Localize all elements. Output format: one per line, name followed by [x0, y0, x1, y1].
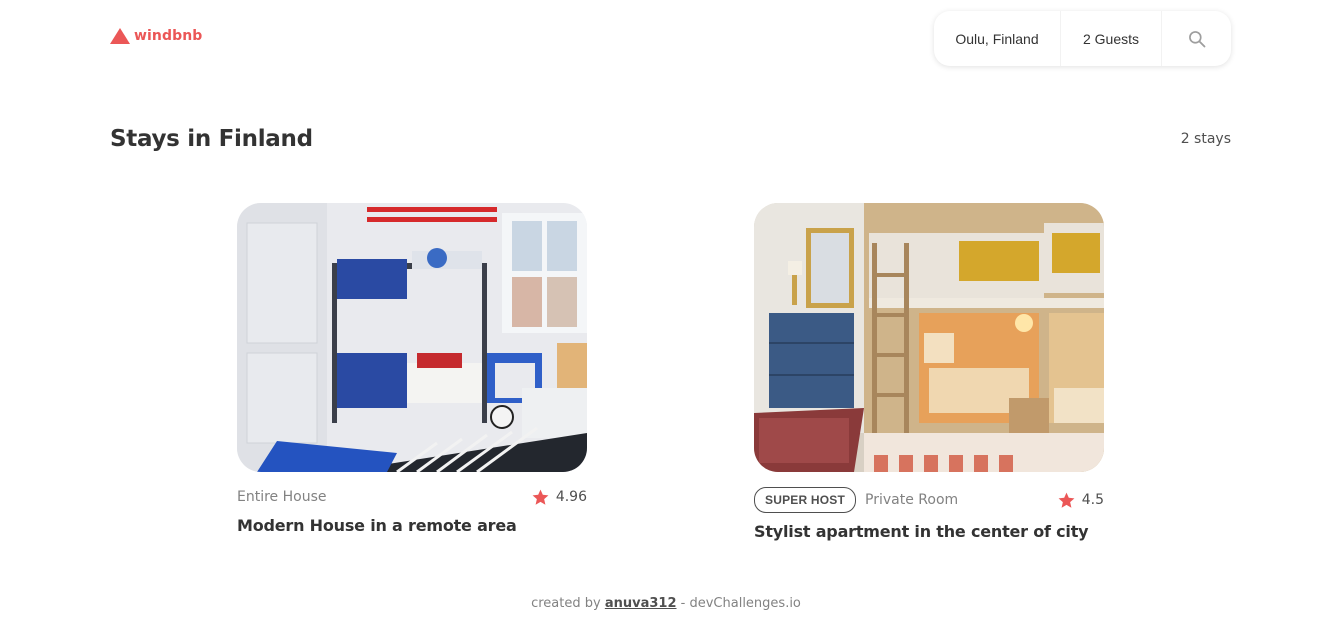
- stay-photo: [754, 203, 1104, 472]
- guests-value: 2 Guests: [1082, 30, 1140, 47]
- guests-filter-button[interactable]: 2 Guests: [1061, 11, 1162, 66]
- stay-meta: Entire House 4.96: [237, 486, 587, 508]
- stay-type: Entire House: [237, 489, 327, 505]
- stay-title: Modern House in a remote area: [237, 516, 517, 535]
- location-filter-button[interactable]: Oulu, Finland: [934, 11, 1061, 66]
- page-title: Stays in Finland: [110, 126, 313, 152]
- rating-value: 4.5: [1081, 492, 1104, 508]
- stay-title: Stylist apartment in the center of city: [754, 522, 1089, 541]
- logo-text: windbnb: [134, 28, 203, 44]
- superhost-badge: SUPER HOST: [754, 487, 857, 513]
- footer-suffix: - devChallenges.io: [680, 596, 801, 611]
- stay-meta: SUPER HOST Private Room 4.5: [754, 486, 1104, 514]
- stay-type: Private Room: [865, 492, 959, 508]
- triangle-logo-icon: [110, 28, 130, 44]
- search-icon: [1188, 30, 1205, 47]
- stay-rating: 4.96: [531, 488, 587, 507]
- stay-photo: [237, 203, 587, 472]
- rating-value: 4.96: [555, 489, 587, 505]
- search-button[interactable]: [1162, 11, 1231, 66]
- stay-count: 2 stays: [1180, 131, 1231, 147]
- stay-rating: 4.5: [1057, 491, 1104, 510]
- footer-prefix: created by: [531, 596, 601, 611]
- star-icon: [532, 489, 549, 505]
- location-value: Oulu, Finland: [955, 30, 1039, 47]
- logo[interactable]: windbnb: [110, 28, 202, 44]
- star-icon: [1058, 492, 1075, 508]
- stay-card[interactable]: SUPER HOST Private Room 4.5 Stylist apar…: [754, 203, 1104, 541]
- footer: created by anuva312 - devChallenges.io: [0, 596, 1332, 611]
- author-link[interactable]: anuva312: [605, 596, 677, 611]
- stay-card[interactable]: Entire House 4.96 Modern House in a remo…: [237, 203, 587, 535]
- search-bar: Oulu, Finland 2 Guests: [934, 11, 1231, 66]
